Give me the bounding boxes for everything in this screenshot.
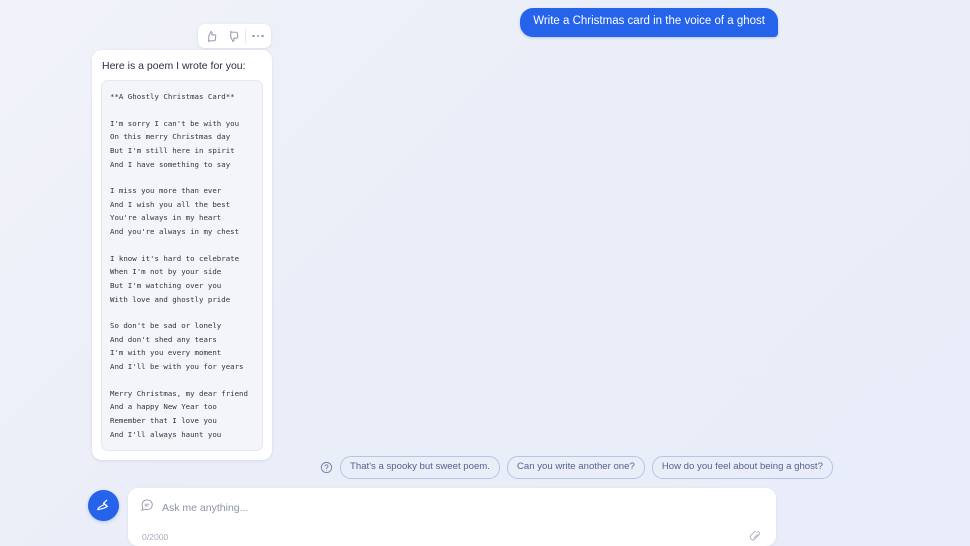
poem-blank-line — [110, 306, 255, 319]
character-counter: 0/2000 — [142, 531, 169, 542]
user-message-row: Write a Christmas card in the voice of a… — [0, 8, 970, 37]
poem-line: But I'm watching over you — [110, 280, 222, 290]
poem-line: And a happy New Year too — [110, 402, 217, 412]
poem-blank-line — [110, 374, 255, 387]
poem-line: When I'm not by your side — [110, 267, 222, 277]
avatar — [88, 490, 119, 521]
poem-line: But I'm still here in spirit — [110, 145, 235, 155]
composer-input-row[interactable]: Ask me anything... — [140, 498, 764, 517]
poem-blank-line — [110, 171, 255, 184]
poem-line: And I'll always haunt you — [110, 429, 222, 439]
pin-icon[interactable] — [749, 530, 764, 543]
poem-line: You're always in my heart — [110, 213, 222, 223]
thumbs-down-icon[interactable] — [222, 25, 244, 47]
poem-line: And don't shed any tears — [110, 334, 217, 344]
poem-line: And I have something to say — [110, 159, 231, 169]
thumbs-up-icon[interactable] — [200, 25, 222, 47]
suggestion-chip-1[interactable]: That's a spooky but sweet poem. — [340, 456, 500, 479]
poem-blank-line — [110, 104, 255, 117]
poem-line: I miss you more than ever — [110, 186, 222, 196]
poem-line: And I wish you all the best — [110, 199, 231, 209]
poem-line: On this merry Christmas day — [110, 132, 231, 142]
poem-line: **A Ghostly Christmas Card** — [110, 92, 235, 101]
composer-footer-row: 0/2000 — [140, 530, 764, 543]
poem-line: With love and ghostly pride — [110, 294, 231, 304]
poem-line: Remember that I love you — [110, 415, 217, 425]
chat-bubble-icon — [140, 498, 154, 517]
poem-line: I'm sorry I can't be with you — [110, 118, 240, 128]
message-action-bar — [198, 24, 271, 48]
poem-code-block: **A Ghostly Christmas Card** I'm sorry I … — [101, 80, 263, 452]
question-circle-icon[interactable] — [320, 461, 333, 474]
user-message-bubble: Write a Christmas card in the voice of a… — [520, 8, 778, 37]
poem-line: I know it's hard to celebrate — [110, 253, 240, 263]
assistant-intro-text: Here is a poem I wrote for you: — [102, 60, 246, 72]
poem-line: I'm with you every moment — [110, 348, 222, 358]
suggestion-chip-3[interactable]: How do you feel about being a ghost? — [651, 456, 833, 479]
poem-line: And you're always in my chest — [110, 227, 240, 236]
action-divider — [245, 29, 246, 43]
message-composer[interactable]: Ask me anything... 0/2000 — [128, 488, 776, 546]
more-options-icon[interactable] — [247, 25, 269, 47]
suggestion-chips-row: That's a spooky but sweet poem. Can you … — [320, 456, 833, 479]
poem-blank-line — [110, 239, 255, 252]
poem-line: So don't be sad or lonely — [110, 321, 222, 331]
poem-line: And I'll be with you for years — [110, 362, 244, 371]
suggestion-chip-2[interactable]: Can you write another one? — [506, 456, 645, 479]
broom-icon — [97, 499, 109, 511]
assistant-message-card: Here is a poem I wrote for you: **A Ghos… — [92, 50, 272, 461]
poem-line: Merry Christmas, my dear friend — [110, 388, 248, 398]
message-input-placeholder[interactable]: Ask me anything... — [162, 502, 248, 514]
